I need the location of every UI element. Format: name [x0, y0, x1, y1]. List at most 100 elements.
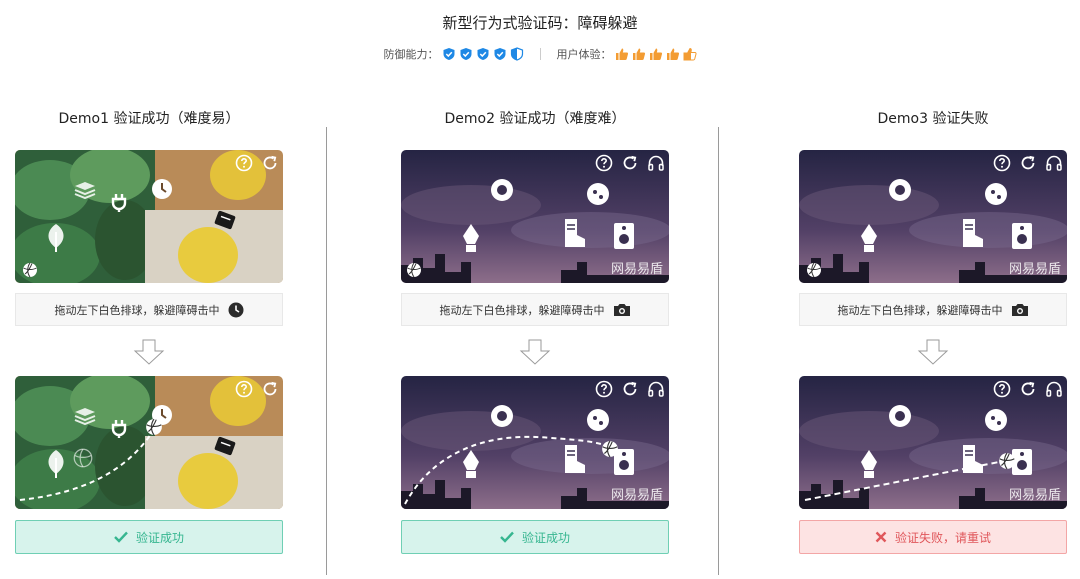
captcha-image-before[interactable]: 网易易盾: [799, 150, 1067, 283]
experience-rating: 用户体验：: [557, 46, 697, 62]
lifebuoy-icon: [491, 405, 513, 427]
refresh-icon[interactable]: [1019, 154, 1037, 172]
result-text: 验证成功: [521, 530, 570, 545]
lifebuoy-icon: [889, 405, 911, 427]
captcha-tools: [595, 380, 665, 398]
boot-icon: [565, 219, 585, 247]
netease-yidun-logo: 网易易盾: [1008, 262, 1061, 277]
cookie-icon: [985, 183, 1007, 205]
demo-title: Demo3 验证失败: [877, 111, 989, 127]
help-icon[interactable]: [235, 380, 253, 398]
shield-icon: [443, 48, 454, 60]
rating-separator: [539, 48, 541, 60]
boot-icon: [565, 445, 585, 473]
netease-yidun-logo: 网易易盾: [1008, 488, 1061, 503]
captcha-image-before[interactable]: [15, 150, 283, 283]
hint-text: 拖动左下白色排球，躲避障碍击中: [439, 303, 605, 317]
book-icon: [74, 408, 96, 426]
defense-label: 防御能力：: [383, 48, 439, 61]
thumbs-up-icon: [666, 48, 679, 60]
boot-icon: [963, 445, 983, 473]
captcha-image-after[interactable]: [15, 376, 283, 509]
volleyball-icon: [146, 418, 162, 436]
captcha-hint: 拖动左下白色排球，躲避障碍击中: [401, 293, 669, 326]
rating-row: 防御能力： 用户体验：: [0, 46, 1080, 62]
help-icon[interactable]: [595, 154, 613, 172]
x-icon: [875, 531, 887, 543]
volleyball-icon[interactable]: [806, 262, 822, 278]
camera-icon: [1011, 303, 1028, 316]
captcha-tools: [993, 154, 1063, 172]
thumbs-up-icon: [615, 48, 628, 60]
headphones-icon[interactable]: [647, 154, 665, 172]
book-icon: [74, 182, 96, 200]
demo-title: Demo2 验证成功（难度难）: [444, 111, 626, 127]
check-icon: [114, 531, 128, 543]
cookie-icon: [587, 409, 609, 431]
clock-icon: [228, 302, 243, 317]
cookie-icon: [587, 183, 609, 205]
volleyball-icon: [602, 440, 618, 458]
captcha-image-after[interactable]: 网易易盾: [401, 376, 669, 509]
speaker-icon: [614, 223, 634, 249]
shield-icon: [477, 48, 488, 60]
cookie-icon: [985, 409, 1007, 431]
result-success-banner: 验证成功: [401, 520, 669, 554]
shield-icon: [460, 48, 471, 60]
thumbs-up-icon: [632, 48, 645, 60]
refresh-icon[interactable]: [1019, 380, 1037, 398]
camera-icon: [613, 303, 630, 316]
captcha-tools: [235, 154, 279, 172]
netease-yidun-logo: 网易易盾: [610, 488, 663, 503]
captcha-image-before[interactable]: 网易易盾: [401, 150, 669, 283]
demo-title: Demo1 验证成功（难度易）: [58, 111, 240, 127]
fountain-pen-icon: [861, 224, 877, 252]
headphones-icon[interactable]: [647, 380, 665, 398]
result-text: 验证成功: [135, 530, 184, 545]
fountain-pen-icon: [463, 450, 479, 478]
defense-rating: 防御能力：: [384, 46, 524, 62]
speaker-icon: [1012, 223, 1032, 249]
result-text: 验证失败，请重试: [894, 530, 991, 545]
help-icon[interactable]: [235, 154, 253, 172]
headphones-icon[interactable]: [1045, 380, 1063, 398]
leaf-icon: [48, 450, 64, 478]
leaf-icon: [48, 224, 64, 252]
cassette-icon: [214, 210, 236, 230]
clock-icon: [152, 179, 172, 199]
hint-text: 拖动左下白色排球，躲避障碍击中: [54, 303, 220, 317]
refresh-icon[interactable]: [261, 154, 279, 172]
refresh-icon[interactable]: [621, 380, 639, 398]
netease-yidun-logo: 网易易盾: [610, 262, 663, 277]
fountain-pen-icon: [463, 224, 479, 252]
power-plug-icon: [111, 420, 127, 438]
down-arrow-icon: [133, 339, 165, 365]
cassette-icon: [214, 436, 236, 456]
down-arrow-icon: [917, 339, 949, 365]
headphones-icon[interactable]: [1045, 154, 1063, 172]
experience-label: 用户体验：: [556, 48, 612, 61]
captcha-hint: 拖动左下白色排球，躲避障碍击中: [799, 293, 1067, 326]
volleyball-ghost-icon: [73, 448, 93, 468]
refresh-icon[interactable]: [261, 380, 279, 398]
volleyball-icon[interactable]: [406, 262, 422, 278]
shield-icon: [494, 48, 505, 60]
lifebuoy-icon: [491, 179, 513, 201]
power-plug-icon: [111, 194, 127, 212]
help-icon[interactable]: [993, 154, 1011, 172]
lifebuoy-icon: [889, 179, 911, 201]
volleyball-icon[interactable]: [22, 262, 38, 278]
captcha-image-after[interactable]: 网易易盾: [799, 376, 1067, 509]
refresh-icon[interactable]: [621, 154, 639, 172]
help-icon[interactable]: [993, 380, 1011, 398]
down-arrow-icon: [519, 339, 551, 365]
column-divider: [718, 127, 719, 575]
captcha-tools: [235, 380, 279, 398]
thumbs-up-icon: [649, 48, 662, 60]
help-icon[interactable]: [595, 380, 613, 398]
result-success-banner: 验证成功: [15, 520, 283, 554]
thumbs-up-half-icon: [683, 47, 697, 61]
result-fail-banner: 验证失败，请重试: [799, 520, 1067, 554]
check-icon: [500, 531, 514, 543]
shield-half-icon: [510, 47, 523, 61]
